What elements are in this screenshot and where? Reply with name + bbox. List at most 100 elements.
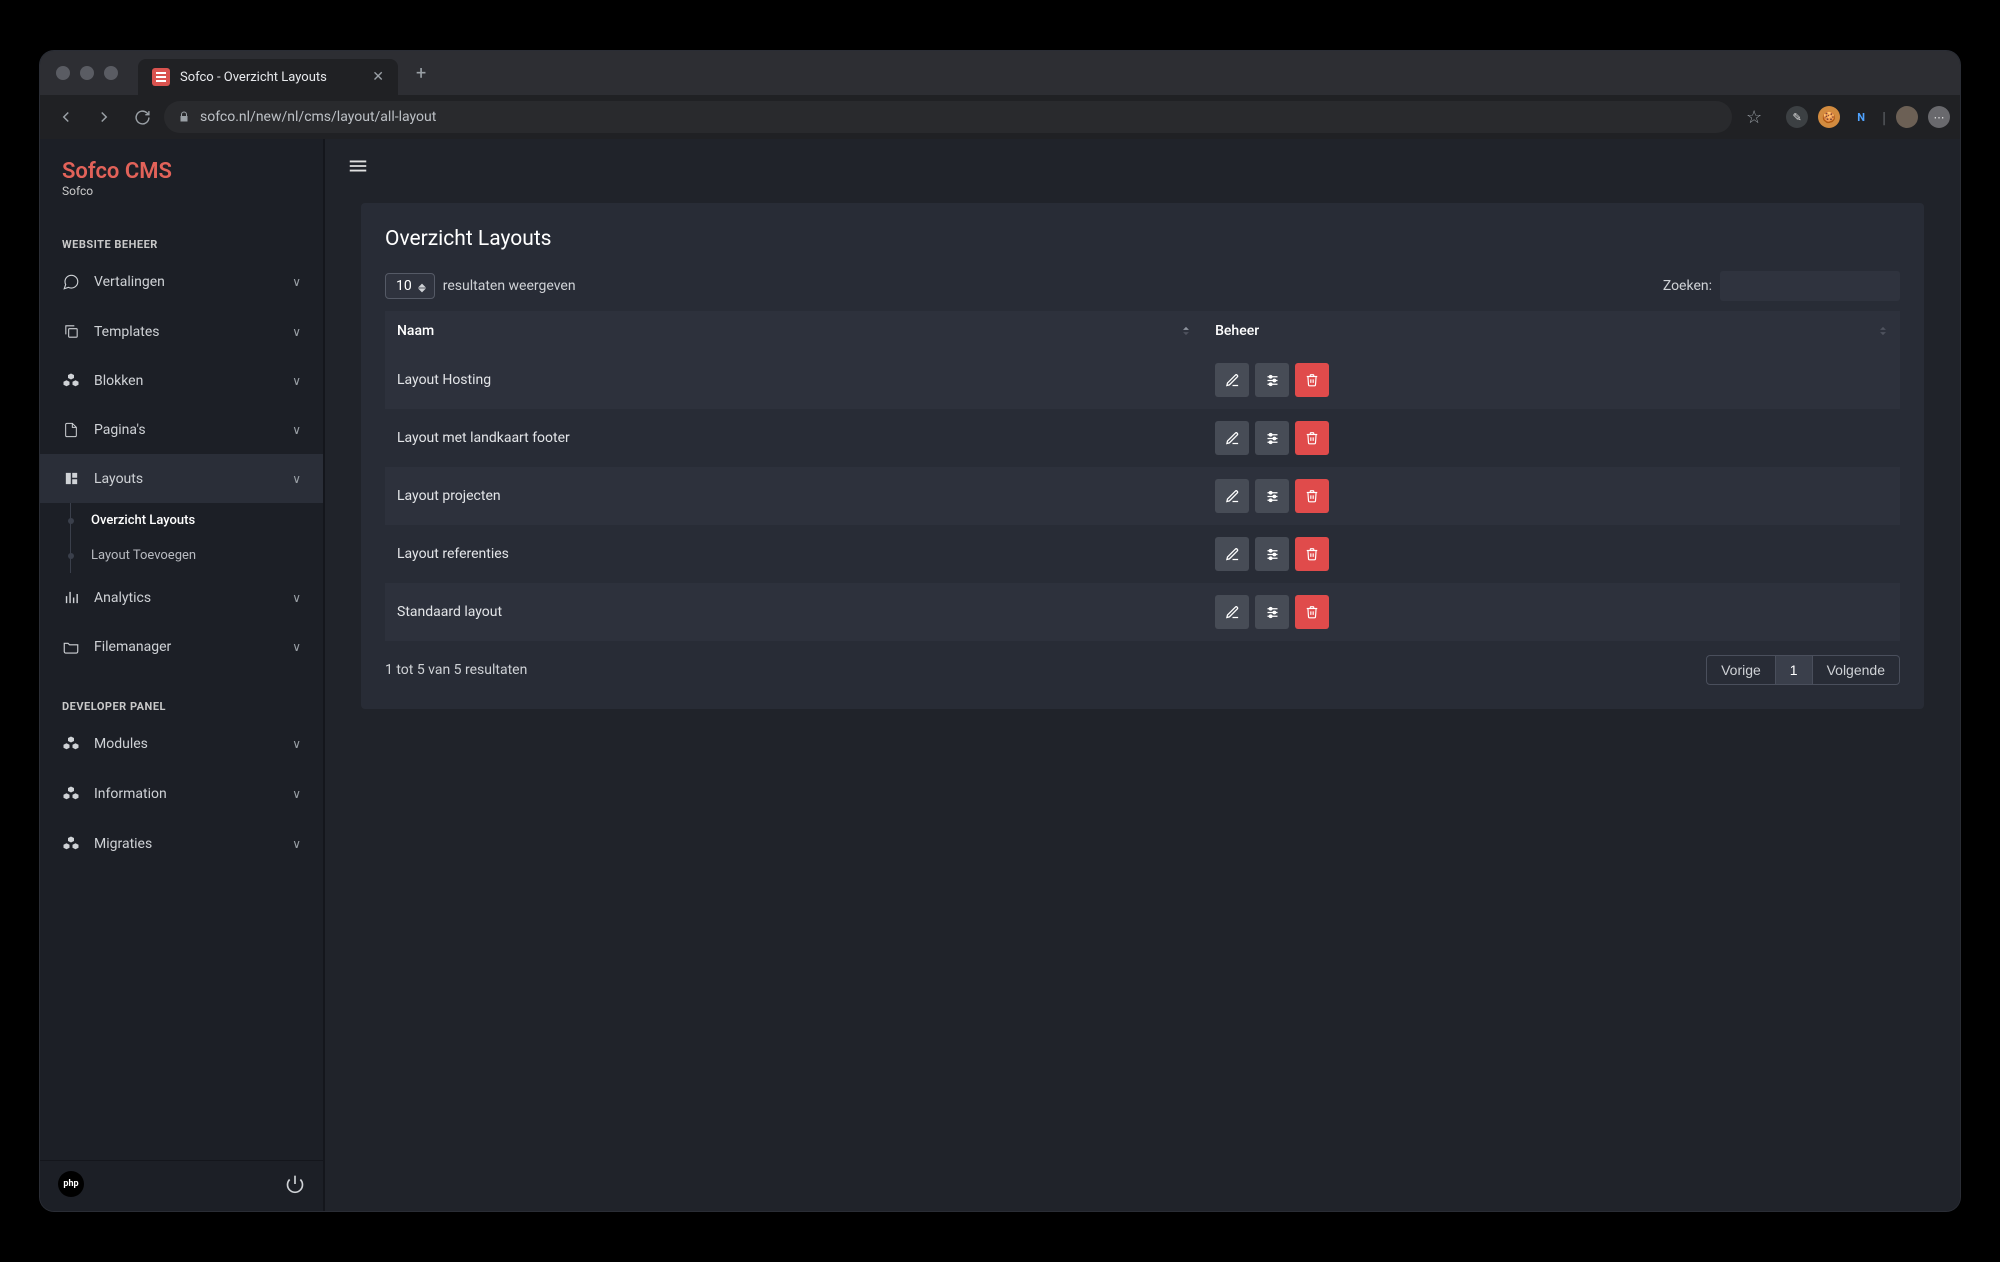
col-header-beheer[interactable]: Beheer <box>1203 311 1900 351</box>
ext-n-icon[interactable]: N <box>1850 106 1872 128</box>
sidebar-item-label: Templates <box>94 324 160 340</box>
browser-window: Sofco - Overzicht Layouts ✕ + sofco.nl/n… <box>40 51 1960 1211</box>
search-input[interactable] <box>1720 271 1900 301</box>
file-icon <box>62 422 80 438</box>
sidebar-item-label: Information <box>94 786 167 802</box>
sidebar-item-label: Blokken <box>94 373 143 389</box>
edit-button[interactable] <box>1215 537 1249 571</box>
cell-beheer <box>1203 467 1900 525</box>
delete-button[interactable] <box>1295 595 1329 629</box>
table-row: Standaard layout <box>385 583 1900 641</box>
edit-button[interactable] <box>1215 421 1249 455</box>
settings-button[interactable] <box>1255 479 1289 513</box>
chevron-down-icon: ∨ <box>292 640 301 654</box>
cell-naam: Layout met landkaart footer <box>385 409 1203 467</box>
nav-forward-button[interactable] <box>88 101 120 133</box>
sidebar-item-vertalingen[interactable]: Vertalingen ∨ <box>40 257 323 307</box>
edit-icon <box>1225 373 1240 388</box>
browser-tab[interactable]: Sofco - Overzicht Layouts ✕ <box>138 59 398 95</box>
nav-back-button[interactable] <box>50 101 82 133</box>
cubes-icon <box>62 785 80 803</box>
sidebar-item-label: Filemanager <box>94 639 171 655</box>
settings-button[interactable] <box>1255 421 1289 455</box>
trash-icon <box>1305 489 1319 503</box>
bookmark-star-icon[interactable]: ☆ <box>1738 101 1770 133</box>
chart-icon <box>62 589 80 606</box>
sidebar-item-layouts[interactable]: Layouts ∨ <box>40 454 323 503</box>
sidebar-item-label: Layouts <box>94 471 143 487</box>
window-min-icon[interactable] <box>80 66 94 80</box>
trash-icon <box>1305 431 1319 445</box>
sidebar-item-analytics[interactable]: Analytics ∨ <box>40 573 323 622</box>
sidebar-item-templates[interactable]: Templates ∨ <box>40 307 323 356</box>
col-header-naam[interactable]: Naam <box>385 311 1203 351</box>
new-tab-button[interactable]: + <box>416 63 426 84</box>
chevron-down-icon: ∨ <box>292 374 301 388</box>
comments-icon <box>62 273 80 291</box>
address-bar[interactable]: sofco.nl/new/nl/cms/layout/all-layout <box>164 101 1732 133</box>
sidebar-footer: php <box>40 1160 323 1211</box>
menu-toggle-icon[interactable] <box>347 155 1938 177</box>
chevron-down-icon: ∨ <box>292 423 301 437</box>
pager-next-button[interactable]: Volgende <box>1813 655 1900 685</box>
subnav-item-overzicht-layouts[interactable]: Overzicht Layouts <box>71 503 323 538</box>
chevron-down-icon: ∨ <box>292 591 301 605</box>
sliders-icon <box>1265 547 1280 562</box>
sidebar-item-label: Modules <box>94 736 148 752</box>
pager-page-1-button[interactable]: 1 <box>1776 655 1813 685</box>
cell-beheer <box>1203 525 1900 583</box>
chevron-down-icon: ∨ <box>292 325 301 339</box>
sidebar-item-paginas[interactable]: Pagina's ∨ <box>40 406 323 454</box>
table-controls: 10 resultaten weergeven Zoeken: <box>385 271 1900 301</box>
cell-beheer <box>1203 583 1900 641</box>
sidebar-item-blokken[interactable]: Blokken ∨ <box>40 356 323 406</box>
sort-icon <box>1876 324 1890 338</box>
page-title: Overzicht Layouts <box>385 227 1900 251</box>
chevron-down-icon: ∨ <box>292 472 301 486</box>
profile-avatar-icon[interactable] <box>1896 106 1918 128</box>
tab-close-icon[interactable]: ✕ <box>372 69 384 85</box>
table-info: 1 tot 5 van 5 resultaten <box>385 662 527 678</box>
edit-button[interactable] <box>1215 479 1249 513</box>
copy-icon <box>62 323 80 340</box>
sidebar-item-information[interactable]: Information ∨ <box>40 769 323 819</box>
search-label: Zoeken: <box>1663 278 1712 294</box>
settings-button[interactable] <box>1255 363 1289 397</box>
cubes-icon <box>62 735 80 753</box>
cubes-icon <box>62 372 80 390</box>
delete-button[interactable] <box>1295 479 1329 513</box>
edit-button[interactable] <box>1215 363 1249 397</box>
browser-menu-icon[interactable]: ⋯ <box>1928 106 1950 128</box>
window-close-icon[interactable] <box>56 66 70 80</box>
sidebar: Sofco CMS Sofco WEBSITE BEHEER Vertaling… <box>40 139 325 1211</box>
delete-button[interactable] <box>1295 363 1329 397</box>
cell-beheer <box>1203 351 1900 409</box>
cell-naam: Layout Hosting <box>385 351 1203 409</box>
browser-toolbar: sofco.nl/new/nl/cms/layout/all-layout ☆ … <box>40 95 1960 139</box>
window-max-icon[interactable] <box>104 66 118 80</box>
subnav-item-layout-toevoegen[interactable]: Layout Toevoegen <box>71 538 323 573</box>
table-row: Layout Hosting <box>385 351 1900 409</box>
delete-button[interactable] <box>1295 537 1329 571</box>
sidebar-item-migraties[interactable]: Migraties ∨ <box>40 819 323 869</box>
main-area: Overzicht Layouts 10 resultaten weergeve… <box>325 139 1960 1211</box>
delete-button[interactable] <box>1295 421 1329 455</box>
sidebar-section-developer: DEVELOPER PANEL <box>40 672 323 719</box>
ext-cookie-icon[interactable]: 🍪 <box>1818 106 1840 128</box>
page-length-select[interactable]: 10 <box>385 273 435 299</box>
nav-reload-button[interactable] <box>126 101 158 133</box>
content: Overzicht Layouts 10 resultaten weergeve… <box>325 193 1960 1211</box>
sidebar-item-label: Pagina's <box>94 422 146 438</box>
edit-button[interactable] <box>1215 595 1249 629</box>
power-icon[interactable] <box>285 1174 305 1194</box>
sidebar-item-modules[interactable]: Modules ∨ <box>40 719 323 769</box>
ext-pencil-icon[interactable]: ✎ <box>1786 106 1808 128</box>
url-text: sofco.nl/new/nl/cms/layout/all-layout <box>200 109 436 125</box>
settings-button[interactable] <box>1255 537 1289 571</box>
cell-naam: Standaard layout <box>385 583 1203 641</box>
sidebar-item-filemanager[interactable]: Filemanager ∨ <box>40 622 323 672</box>
pager-prev-button[interactable]: Vorige <box>1706 655 1776 685</box>
settings-button[interactable] <box>1255 595 1289 629</box>
sidebar-item-label: Analytics <box>94 590 151 606</box>
php-badge-icon[interactable]: php <box>58 1171 84 1197</box>
